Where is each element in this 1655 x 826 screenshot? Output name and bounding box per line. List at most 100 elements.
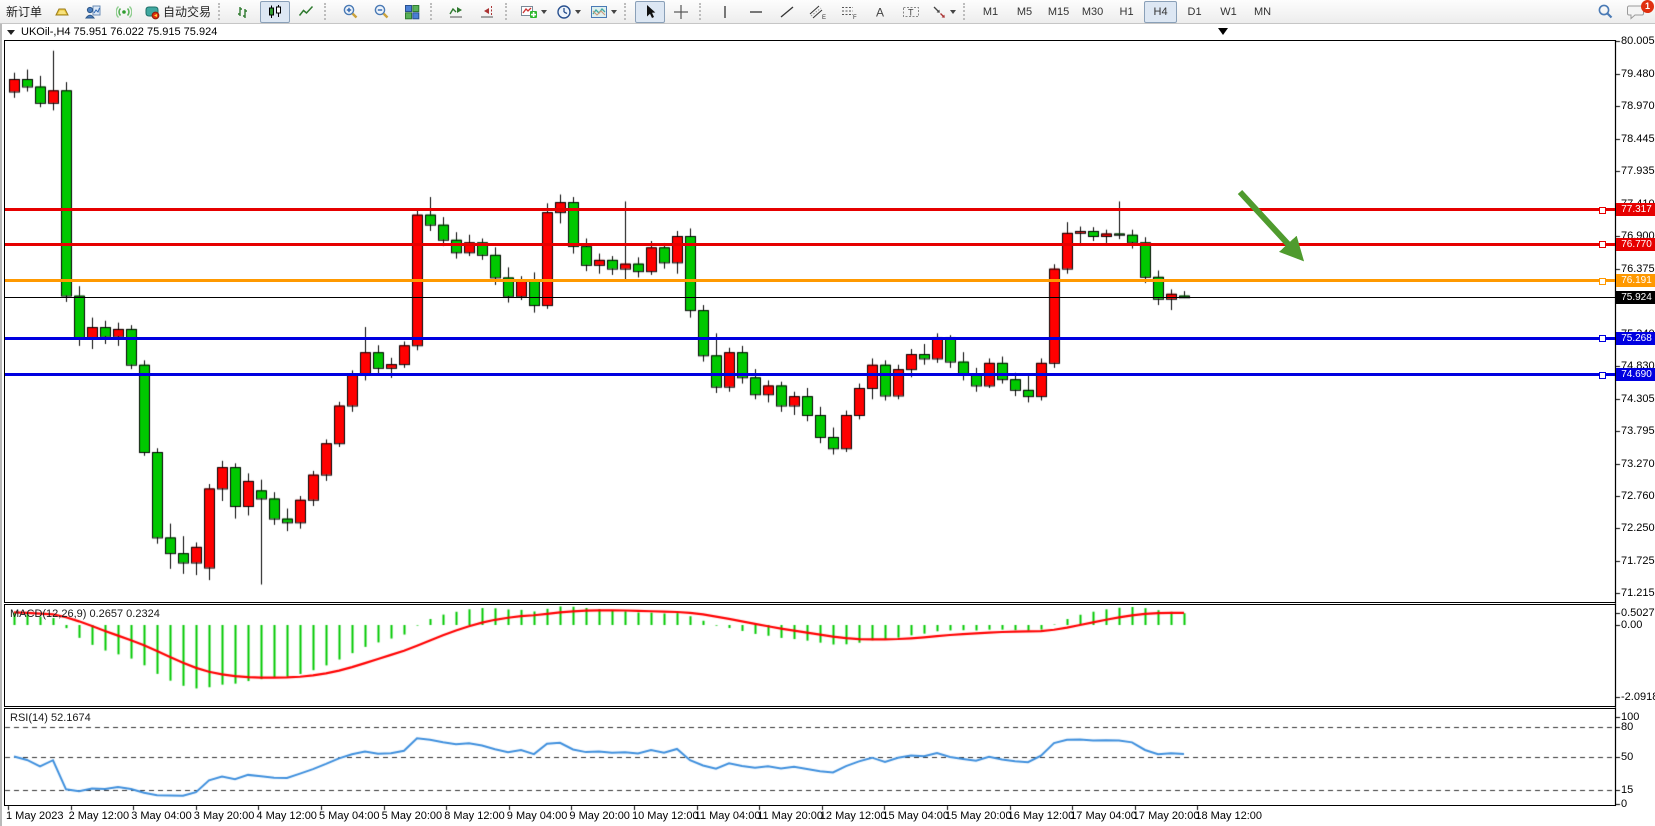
time-axis-label: 15 May 20:00 bbox=[945, 810, 1012, 822]
time-axis-label: 10 May 12:00 bbox=[632, 810, 699, 822]
timeframe-m30[interactable]: M30 bbox=[1076, 1, 1109, 23]
chart-window: UKOil-,H4 75.951 76.022 75.915 75.924 MA… bbox=[0, 24, 1655, 826]
hline-handle[interactable] bbox=[1599, 241, 1606, 248]
toolbar-separator bbox=[963, 3, 969, 20]
hline-75.924[interactable] bbox=[5, 297, 1615, 298]
price-pane[interactable] bbox=[4, 40, 1616, 603]
timeframe-group: M1M5M15M30H1H4D1W1MN bbox=[974, 1, 1279, 23]
timeframe-d1[interactable]: D1 bbox=[1178, 1, 1211, 23]
timeframe-h4[interactable]: H4 bbox=[1144, 1, 1177, 23]
search-button[interactable] bbox=[1590, 1, 1620, 23]
hline-handle[interactable] bbox=[1599, 335, 1606, 342]
toolbar-separator bbox=[505, 3, 511, 20]
label-button[interactable]: T bbox=[896, 1, 926, 23]
arrows-icon bbox=[931, 4, 947, 20]
macd-indicator-label: MACD(12,26,9) 0.2657 0.2324 bbox=[10, 608, 160, 620]
chart-title: UKOil-,H4 75.951 76.022 75.915 75.924 bbox=[21, 26, 217, 38]
search-icon bbox=[1597, 3, 1614, 20]
hline-74.690[interactable] bbox=[5, 373, 1615, 376]
timeframe-w1[interactable]: W1 bbox=[1212, 1, 1245, 23]
hline-icon bbox=[748, 4, 764, 20]
candlestick-chart-button[interactable] bbox=[260, 1, 290, 23]
price-badge: 75.268 bbox=[1616, 332, 1655, 345]
time-axis-label: 17 May 20:00 bbox=[1133, 810, 1200, 822]
bar-chart-button[interactable] bbox=[229, 1, 259, 23]
toolbar-separator bbox=[699, 3, 705, 20]
time-axis-label: 3 May 04:00 bbox=[131, 810, 192, 822]
signal-button[interactable] bbox=[109, 1, 139, 23]
hline-76.770[interactable] bbox=[5, 243, 1615, 246]
gold-button[interactable] bbox=[47, 1, 77, 23]
hline-75.268[interactable] bbox=[5, 337, 1615, 340]
line-chart-button[interactable] bbox=[291, 1, 321, 23]
svg-text:A: A bbox=[876, 5, 884, 19]
hline-handle[interactable] bbox=[1599, 207, 1606, 214]
new-order-button[interactable]: 新订单 bbox=[2, 1, 46, 23]
rsi-pane[interactable] bbox=[4, 708, 1616, 806]
time-axis-label: 3 May 20:00 bbox=[194, 810, 255, 822]
timeframe-h1[interactable]: H1 bbox=[1110, 1, 1143, 23]
zoom-in-icon bbox=[342, 3, 359, 20]
clock-icon bbox=[556, 4, 572, 20]
signal-icon bbox=[116, 4, 132, 20]
cursor-button[interactable] bbox=[635, 1, 665, 23]
chart-body: MACD(12,26,9) 0.2657 0.2324 RSI(14) 52.1… bbox=[2, 40, 1655, 826]
zoom-out-icon bbox=[373, 3, 390, 20]
time-axis-label: 12 May 12:00 bbox=[820, 810, 887, 822]
time-axis-label: 5 May 04:00 bbox=[319, 810, 380, 822]
notifications-button[interactable]: 1 bbox=[1621, 1, 1651, 23]
toolbar-separator bbox=[624, 3, 630, 20]
price-tick-label: 73.270 bbox=[1621, 458, 1655, 470]
bar-chart-icon bbox=[236, 4, 252, 20]
auto-scroll-icon bbox=[448, 4, 464, 20]
collapse-triangle-icon[interactable] bbox=[7, 30, 15, 35]
chart-title-bar: UKOil-,H4 75.951 76.022 75.915 75.924 bbox=[2, 24, 1655, 40]
add-indicator-button[interactable] bbox=[516, 1, 551, 23]
timeframe-m15[interactable]: M15 bbox=[1042, 1, 1075, 23]
macd-pane[interactable] bbox=[4, 604, 1616, 707]
time-axis-label: 5 May 20:00 bbox=[382, 810, 443, 822]
crosshair-button[interactable] bbox=[666, 1, 696, 23]
trendline-button[interactable] bbox=[772, 1, 802, 23]
hline-button[interactable] bbox=[741, 1, 771, 23]
svg-text:E: E bbox=[822, 15, 826, 20]
vline-icon bbox=[718, 4, 732, 20]
templates-button[interactable] bbox=[586, 1, 621, 23]
main-toolbar: 新订单 自动交易 bbox=[0, 0, 1655, 24]
dropdown-caret-icon bbox=[611, 10, 617, 14]
time-axis-label: 9 May 04:00 bbox=[507, 810, 568, 822]
timeframe-m1[interactable]: M1 bbox=[974, 1, 1007, 23]
zoom-in-button[interactable] bbox=[335, 1, 365, 23]
price-tick-label: 73.795 bbox=[1621, 425, 1655, 437]
chart-shift-button[interactable] bbox=[472, 1, 502, 23]
auto-scroll-button[interactable] bbox=[441, 1, 471, 23]
hline-76.191[interactable] bbox=[5, 279, 1615, 282]
hline-77.317[interactable] bbox=[5, 208, 1615, 211]
candlestick-chart-icon bbox=[267, 4, 283, 20]
arrows-button[interactable] bbox=[927, 1, 960, 23]
cursor-icon bbox=[642, 4, 658, 20]
time-axis-label: 18 May 12:00 bbox=[1195, 810, 1262, 822]
hline-handle[interactable] bbox=[1599, 372, 1606, 379]
text-button[interactable]: A bbox=[865, 1, 895, 23]
time-axis-label: 1 May 2023 bbox=[6, 810, 63, 822]
timeframe-m5[interactable]: M5 bbox=[1008, 1, 1041, 23]
periods-button[interactable] bbox=[552, 1, 585, 23]
rsi-axis-label: 0 bbox=[1621, 798, 1627, 810]
fibonacci-button[interactable]: F bbox=[834, 1, 864, 23]
zoom-out-button[interactable] bbox=[366, 1, 396, 23]
macd-axis-label: -2.0918 bbox=[1621, 691, 1655, 703]
channel-button[interactable]: E bbox=[803, 1, 833, 23]
time-axis-label: 17 May 04:00 bbox=[1070, 810, 1137, 822]
profile-button[interactable] bbox=[78, 1, 108, 23]
dropdown-caret-icon bbox=[541, 10, 547, 14]
auto-trading-button[interactable]: 自动交易 bbox=[140, 1, 215, 23]
timeframe-mn[interactable]: MN bbox=[1246, 1, 1279, 23]
hline-handle[interactable] bbox=[1599, 278, 1606, 285]
price-tick-label: 78.970 bbox=[1621, 100, 1655, 112]
price-tick-label: 74.305 bbox=[1621, 393, 1655, 405]
time-axis-label: 2 May 12:00 bbox=[69, 810, 130, 822]
tile-windows-button[interactable] bbox=[397, 1, 427, 23]
vline-button[interactable] bbox=[710, 1, 740, 23]
chart-shift-marker-icon[interactable] bbox=[1218, 28, 1228, 35]
